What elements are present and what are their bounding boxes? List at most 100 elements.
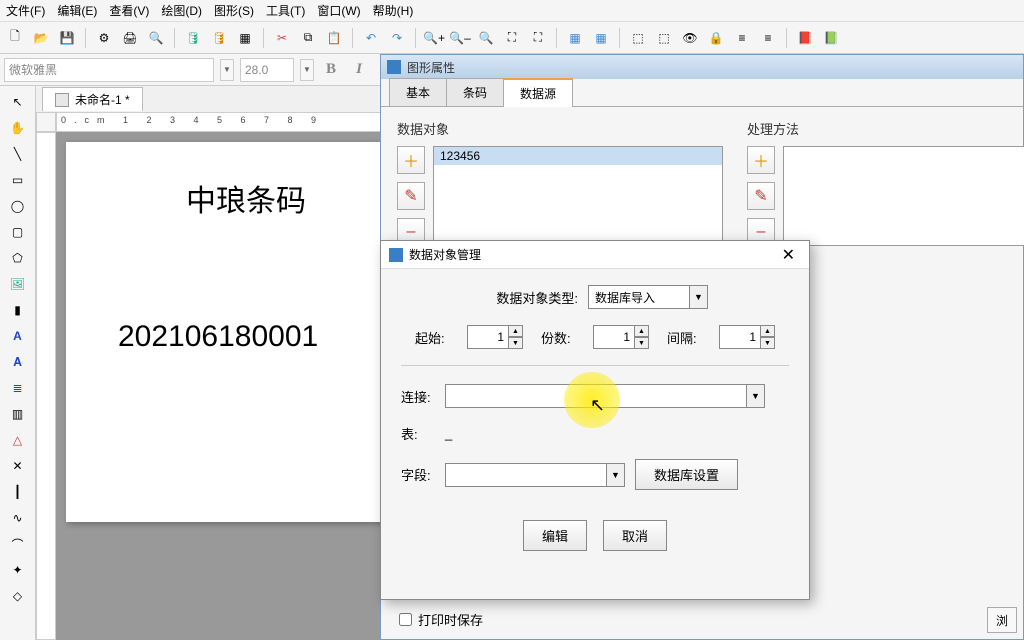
tool-poly-icon[interactable]: ⬠ [6,246,30,270]
add-method-button[interactable]: ＋ [747,146,775,174]
tool-text-icon[interactable]: A [6,324,30,348]
tool-curve1-icon[interactable]: ∿ [6,506,30,530]
page-serial-text[interactable]: 202106180001 [118,320,386,354]
menu-file[interactable]: 文件(F) [6,2,45,19]
edit-data-object-button[interactable]: ✎ [397,182,425,210]
interval-input[interactable] [719,325,761,349]
tool-star-icon[interactable]: ✦ [6,558,30,582]
size-combo-arrow-icon[interactable]: ▼ [300,59,314,81]
edit-method-button[interactable]: ✎ [747,182,775,210]
redo-icon[interactable]: ↷ [386,27,408,49]
tool-line-icon[interactable]: ╲ [6,142,30,166]
spin-down-icon[interactable]: ▼ [635,337,649,349]
db2-icon[interactable]: 🛢 [208,27,230,49]
undo-icon[interactable]: ↶ [360,27,382,49]
tab-data-source[interactable]: 数据源 [503,78,573,107]
add-data-object-button[interactable]: ＋ [397,146,425,174]
tool-curve2-icon[interactable]: ⌒ [6,532,30,556]
bold-button[interactable]: B [320,59,342,81]
print-icon[interactable]: 🖨 [119,27,141,49]
tab-basic[interactable]: 基本 [389,78,447,106]
data-object-type-combo[interactable]: 数据库导入 ▼ [588,285,708,309]
r2-icon[interactable]: ▦ [590,27,612,49]
spin-down-icon[interactable]: ▼ [761,337,775,349]
fit2-icon[interactable]: ⛶ [527,27,549,49]
spin-up-icon[interactable]: ▲ [761,325,775,337]
connection-combo[interactable]: ▼ [445,384,765,408]
dialog-close-button[interactable]: ✕ [776,245,801,265]
tool-rect-icon[interactable]: ▭ [6,168,30,192]
properties-titlebar[interactable]: 图形属性 [381,55,1023,79]
tool-hline-icon[interactable]: ≣ [6,376,30,400]
tool-diamond-icon[interactable]: ◇ [6,584,30,608]
new-icon[interactable]: 🗋 [4,27,26,49]
menu-view[interactable]: 查看(V) [109,2,149,19]
tool-arrow-icon[interactable]: ↖ [6,90,30,114]
copies-spinner[interactable]: ▲▼ [593,325,649,349]
zoom-icon[interactable]: 🔍 [475,27,497,49]
font-combo[interactable]: 微软雅黑 [4,58,214,82]
fit-icon[interactable]: ⛶ [501,27,523,49]
vertical-ruler[interactable] [36,132,56,640]
tool-barcode-icon[interactable]: ▥ [6,402,30,426]
tool-pan-icon[interactable]: ✋ [6,116,30,140]
page[interactable]: 中琅条码 202106180001 [66,142,406,522]
interval-spinner[interactable]: ▲▼ [719,325,775,349]
data-object-list[interactable]: 123456 [433,146,723,246]
save-on-print-checkbox[interactable]: 打印时保存 [399,610,483,629]
paste-icon[interactable]: 📋 [323,27,345,49]
edit-button[interactable]: 编辑 [523,520,587,551]
tool-vbar-icon[interactable]: ┃ [6,480,30,504]
lock-icon[interactable]: 🔒 [705,27,727,49]
open-icon[interactable]: 📂 [30,27,52,49]
menu-help[interactable]: 帮助(H) [373,2,414,19]
start-input[interactable] [467,325,509,349]
tab-barcode[interactable]: 条码 [446,78,504,106]
tool-tri-icon[interactable]: △ [6,428,30,452]
zoomin-icon[interactable]: 🔍+ [423,27,445,49]
italic-button[interactable]: I [348,59,370,81]
chevron-down-icon[interactable]: ▼ [606,464,624,486]
save-icon[interactable]: 💾 [56,27,78,49]
excel-icon[interactable]: 📗 [820,27,842,49]
menu-window[interactable]: 窗口(W) [317,2,360,19]
tool-vtext-icon[interactable]: 𝐀 [6,350,30,374]
spin-up-icon[interactable]: ▲ [635,325,649,337]
method-list[interactable] [783,146,1024,246]
spin-down-icon[interactable]: ▼ [509,337,523,349]
zoomout-icon[interactable]: 🔍– [449,27,471,49]
align2-icon[interactable]: ≡ [757,27,779,49]
size-combo[interactable]: 28.0 [240,58,294,82]
copy-icon[interactable]: ⧉ [297,27,319,49]
menu-edit[interactable]: 编辑(E) [57,2,97,19]
data-object-item[interactable]: 123456 [434,147,722,165]
dialog-titlebar[interactable]: 数据对象管理 ✕ [381,241,809,269]
spin-up-icon[interactable]: ▲ [509,325,523,337]
chevron-down-icon[interactable]: ▼ [689,286,707,308]
font-combo-arrow-icon[interactable]: ▼ [220,59,234,81]
page-title-text[interactable]: 中琅条码 [186,176,386,220]
preview-icon[interactable]: 🔍 [145,27,167,49]
menu-tool[interactable]: 工具(T) [266,2,305,19]
r1-icon[interactable]: ▦ [564,27,586,49]
menu-shape[interactable]: 图形(S) [214,2,254,19]
tool-code-icon[interactable]: ▮ [6,298,30,322]
cut-icon[interactable]: ✂ [271,27,293,49]
g1-icon[interactable]: ⬚ [627,27,649,49]
tool-rrect-icon[interactable]: ▢ [6,220,30,244]
tool-oval-icon[interactable]: ◯ [6,194,30,218]
tool-cross-icon[interactable]: ✕ [6,454,30,478]
g2-icon[interactable]: ⬚ [653,27,675,49]
db1-icon[interactable]: 🛢 [182,27,204,49]
browse-button[interactable]: 浏 [987,607,1017,633]
start-spinner[interactable]: ▲▼ [467,325,523,349]
align1-icon[interactable]: ≡ [731,27,753,49]
field-combo[interactable]: ▼ [445,463,625,487]
eye-icon[interactable]: 👁 [679,27,701,49]
copies-input[interactable] [593,325,635,349]
save-on-print-input[interactable] [399,613,412,626]
document-tab[interactable]: 未命名-1 * [42,87,143,111]
cancel-button[interactable]: 取消 [603,520,667,551]
gear-icon[interactable]: ⚙ [93,27,115,49]
pdf-icon[interactable]: 📕 [794,27,816,49]
